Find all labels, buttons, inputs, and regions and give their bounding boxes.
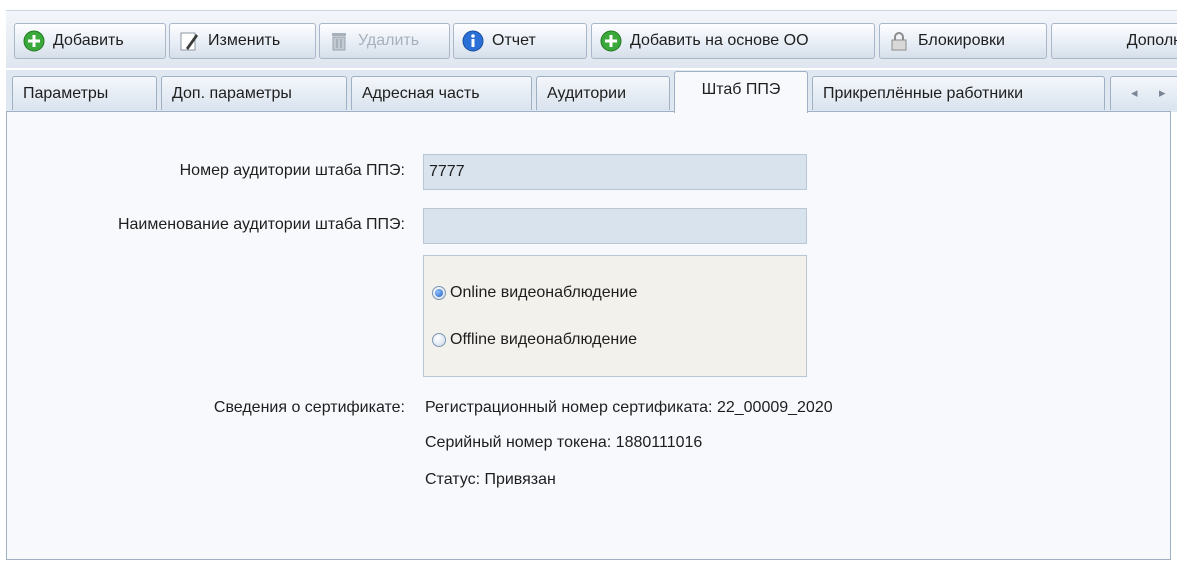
edit-button-label: Изменить xyxy=(208,32,281,49)
tab-ppe-headquarters[interactable]: Штаб ППЭ xyxy=(674,71,808,113)
add-based-on-oo-button[interactable]: Добавить на основе ОО xyxy=(591,23,875,59)
report-button[interactable]: Отчет xyxy=(453,23,587,59)
cert-registration-number: Регистрационный номер сертификата: 22_00… xyxy=(425,399,833,416)
tab-rooms[interactable]: Аудитории xyxy=(536,76,670,110)
pencil-icon xyxy=(180,32,198,51)
info-icon xyxy=(462,30,484,52)
locks-button[interactable]: Блокировки xyxy=(879,23,1047,59)
room-name-field[interactable] xyxy=(423,208,807,244)
tab-parameters[interactable]: Параметры xyxy=(12,76,157,110)
room-name-label: Наименование аудитории штаба ППЭ: xyxy=(117,216,405,233)
lock-icon xyxy=(891,32,907,51)
offline-video-label: Offline видеонаблюдение xyxy=(450,331,638,348)
cert-token-serial: Серийный номер токена: 1880111016 xyxy=(425,434,703,451)
radio-unselected-icon xyxy=(432,333,446,347)
more-button-label: Дополн xyxy=(1126,32,1177,49)
tab-strip: Параметры Доп. параметры Адресная часть … xyxy=(6,70,1177,113)
scroll-left-icon[interactable]: ◂ xyxy=(1131,85,1138,101)
report-button-label: Отчет xyxy=(492,32,536,49)
tab-scroll-buttons: ◂ ▸ xyxy=(1110,76,1177,110)
tab-address[interactable]: Адресная часть xyxy=(351,76,532,110)
cert-status: Статус: Привязан xyxy=(425,471,556,488)
add-button-label: Добавить xyxy=(53,32,124,49)
more-button[interactable]: Дополн xyxy=(1051,23,1177,59)
trash-icon xyxy=(332,33,346,51)
tab-assigned-staff[interactable]: Прикреплённые работники xyxy=(812,76,1105,110)
room-number-field[interactable]: 7777 xyxy=(423,154,807,190)
locks-button-label: Блокировки xyxy=(918,32,1005,49)
delete-button[interactable]: Удалить xyxy=(319,23,450,59)
plus-circle-icon xyxy=(23,30,45,52)
edit-button[interactable]: Изменить xyxy=(169,23,316,59)
video-mode-group: Online видеонаблюдение Offline видеонабл… xyxy=(423,255,807,377)
add-based-on-oo-label: Добавить на основе ОО xyxy=(630,32,809,49)
online-video-label: Online видеонаблюдение xyxy=(450,284,638,301)
add-button[interactable]: Добавить xyxy=(14,23,166,59)
tab-extra-parameters[interactable]: Доп. параметры xyxy=(161,76,347,110)
delete-button-label: Удалить xyxy=(358,32,420,49)
ppe-headquarters-panel: Номер аудитории штаба ППЭ: 7777 Наименов… xyxy=(6,111,1171,560)
plus-circle-icon xyxy=(600,30,622,52)
room-number-label: Номер аудитории штаба ППЭ: xyxy=(179,162,405,179)
offline-video-radio[interactable]: Offline видеонаблюдение xyxy=(432,331,637,349)
cert-info-label: Сведения о сертификате: xyxy=(213,399,405,416)
scroll-right-icon[interactable]: ▸ xyxy=(1159,85,1166,101)
radio-selected-icon xyxy=(432,286,446,300)
online-video-radio[interactable]: Online видеонаблюдение xyxy=(432,284,637,302)
toolbar: Добавить Изменить Удалить Отчет Добавить… xyxy=(6,10,1177,68)
